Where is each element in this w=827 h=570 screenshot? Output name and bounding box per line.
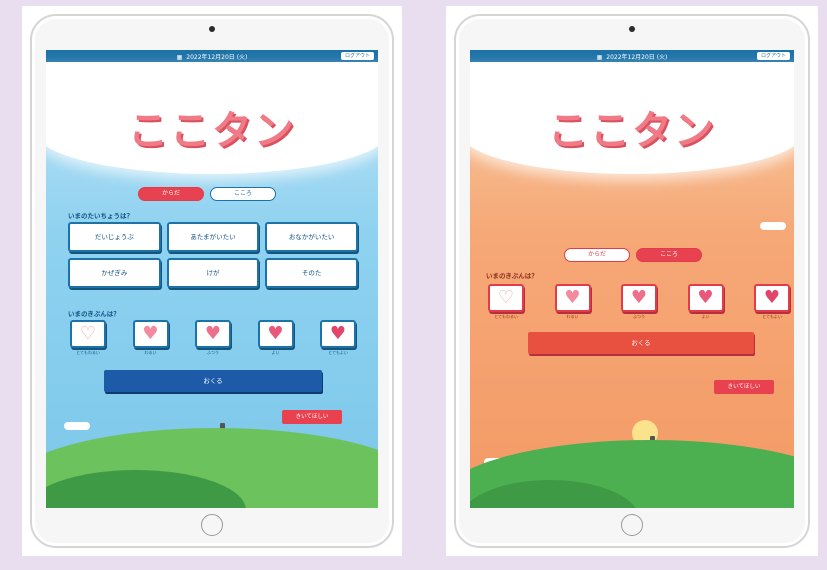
feeling-caption: とてもよい [328,350,348,355]
feeling-button-normal[interactable]: ♥ ふつう [193,320,233,355]
symptom-question: いまのたいちょうは？ [68,212,133,220]
app-screen-body: ▦ 2022年12月20日 (火) ログアウト ここタン からだ こころ いまのた… [46,50,378,508]
small-cloud [760,222,786,230]
feeling-caption: わるい [566,314,579,319]
feeling-caption: とてもわるい [494,314,518,319]
heart-outline-icon: ♡ [497,287,515,308]
right-tablet-panel: ▦ 2022年12月20日 (火) ログアウト ここタン からだ こころ いまのき… [446,6,818,556]
calendar-icon: ▦ [596,54,603,61]
top-bar: ▦ 2022年12月20日 (火) ログアウト [46,50,378,62]
small-cloud [64,422,90,430]
heart-icon: ♥ [564,287,581,308]
feeling-button-good[interactable]: ♥ よい [256,320,296,355]
date-label: 2022年12月20日 (火) [186,54,248,61]
send-button[interactable]: おくる [528,332,754,354]
listen-to-me-button[interactable]: きいてほしい [714,380,774,394]
left-tablet-panel: ▦ 2022年12月20日 (火) ログアウト ここタン からだ こころ いまのた… [22,6,402,556]
symptom-button-cold[interactable]: かぜぎみ [68,258,161,288]
heart-sparkle-icon: ♥ [329,323,347,344]
feeling-caption: よい [271,350,280,355]
feeling-button-normal[interactable]: ♥ ふつう [619,284,659,319]
heart-icon: ♥ [142,323,159,344]
feeling-button-bad[interactable]: ♥ わるい [553,284,593,319]
feeling-button-very-bad[interactable]: ♡ とてもわるい [486,284,526,319]
logout-button[interactable]: ログアウト [340,52,374,60]
feeling-caption: ふつう [633,314,645,319]
app-screen-mind: ▦ 2022年12月20日 (火) ログアウト ここタン からだ こころ いまのき… [470,50,794,508]
top-bar: ▦ 2022年12月20日 (火) ログアウト [470,50,794,62]
app-logo: ここタン [128,108,296,154]
tab-mind[interactable]: こころ [636,248,702,262]
feeling-caption: ふつう [207,350,219,355]
heart-icon: ♥ [267,323,284,344]
home-button[interactable] [621,514,643,536]
feeling-button-bad[interactable]: ♥ わるい [131,320,171,355]
home-button[interactable] [201,514,223,536]
tab-mind[interactable]: こころ [210,187,276,201]
symptom-button-fine[interactable]: だいじょうぶ [68,222,161,252]
tab-body[interactable]: からだ [564,248,630,262]
feeling-question: いまのきぶんは？ [486,272,538,280]
tablet-frame: ▦ 2022年12月20日 (火) ログアウト ここタン からだ こころ いまのた… [30,14,394,548]
date-label: 2022年12月20日 (火) [606,54,668,61]
logout-button[interactable]: ログアウト [756,52,790,60]
heart-icon: ♥ [697,287,714,308]
feeling-caption: わるい [144,350,157,355]
camera-icon [629,26,635,32]
symptom-button-other[interactable]: そのた [265,258,358,288]
symptom-button-headache[interactable]: あたまがいたい [166,222,260,252]
camera-icon [209,26,215,32]
listen-to-me-button[interactable]: きいてほしい [282,410,342,424]
heart-outline-icon: ♡ [79,323,97,344]
heart-icon: ♥ [630,287,648,308]
calendar-icon: ▦ [176,54,183,61]
feeling-button-very-good[interactable]: ♥ とてもよい [318,320,358,355]
symptom-button-stomachache[interactable]: おなかがいたい [265,222,358,252]
heart-sparkle-icon: ♥ [763,287,781,308]
feeling-caption: とてもよい [762,314,782,319]
feeling-button-very-good[interactable]: ♥ とてもよい [752,284,792,319]
feeling-caption: とてもわるい [76,350,100,355]
send-button[interactable]: おくる [104,370,322,392]
feeling-button-very-bad[interactable]: ♡ とてもわるい [68,320,108,355]
tablet-frame: ▦ 2022年12月20日 (火) ログアウト ここタン からだ こころ いまのき… [454,14,810,548]
symptom-button-injury[interactable]: けが [166,258,260,288]
feeling-button-good[interactable]: ♥ よい [686,284,726,319]
tab-body[interactable]: からだ [138,187,204,201]
heart-icon: ♥ [204,323,222,344]
app-logo: ここタン [548,108,716,154]
feeling-question: いまのきぶんは？ [68,310,120,318]
feeling-caption: よい [701,314,710,319]
